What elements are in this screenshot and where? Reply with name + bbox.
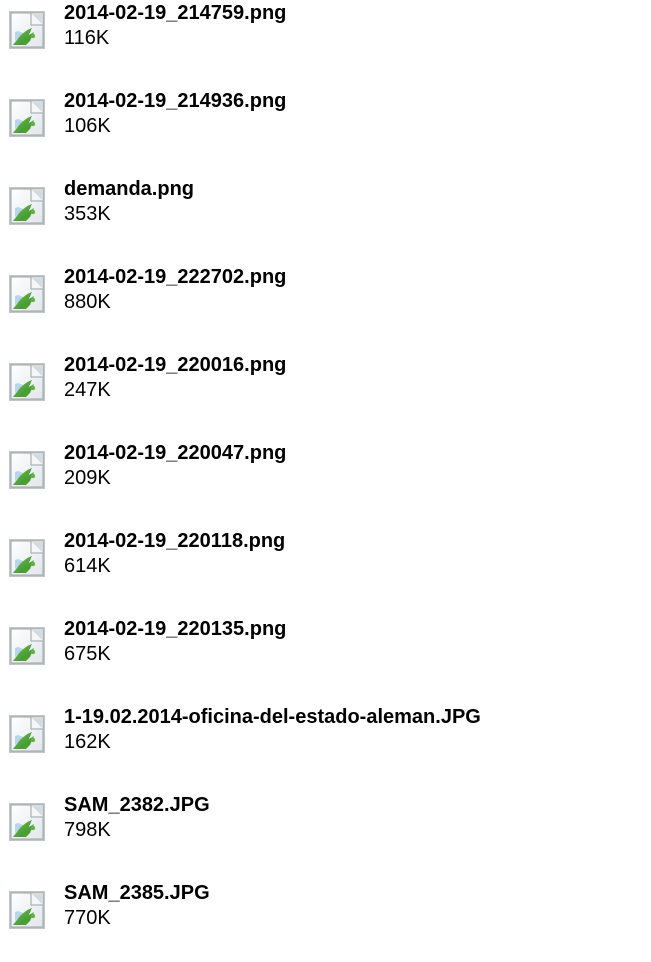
file-size: 209K [64,467,111,489]
file-name: 2014-02-19_214759.png [64,2,287,24]
list-item[interactable]: 2014-02-19_220016.png 247K [0,352,651,432]
file-name: SAM_2382.JPG [64,794,210,816]
list-item[interactable]: 2014-02-19_222702.png 880K [0,264,651,344]
list-item[interactable]: 2014-02-19_220118.png 614K [0,528,651,608]
file-name: SAM_2385.JPG [64,882,210,904]
list-item[interactable]: 2014-02-19_214759.png 116K [0,0,651,80]
file-size: 162K [64,731,111,753]
image-file-icon [8,626,46,666]
file-size: 614K [64,555,111,577]
list-item[interactable]: 1-19.02.2014-oficina-del-estado-aleman.J… [0,704,651,784]
file-name: 2014-02-19_222702.png [64,266,287,288]
image-file-icon [8,186,46,226]
image-file-icon [8,450,46,490]
file-size: 353K [64,203,111,225]
image-file-icon [8,802,46,842]
list-item[interactable]: demanda.png 353K [0,176,651,256]
file-size: 675K [64,643,111,665]
file-name: 2014-02-19_220135.png [64,618,287,640]
file-size: 770K [64,907,111,929]
file-name: 2014-02-19_220118.png [64,530,286,552]
image-file-icon [8,10,46,50]
image-file-icon [8,362,46,402]
list-item[interactable]: 2014-02-19_214936.png 106K [0,88,651,168]
file-size: 798K [64,819,111,841]
image-file-icon [8,538,46,578]
file-size: 247K [64,379,111,401]
list-item[interactable]: SAM_2382.JPG 798K [0,792,651,872]
file-name: 1-19.02.2014-oficina-del-estado-aleman.J… [64,706,481,728]
image-file-icon [8,714,46,754]
file-name: demanda.png [64,178,195,200]
image-file-icon [8,274,46,314]
list-item[interactable]: 2014-02-19_220135.png 675K [0,616,651,696]
file-name: 2014-02-19_220016.png [64,354,287,376]
image-file-icon [8,98,46,138]
file-size: 880K [64,291,111,313]
image-file-icon [8,890,46,930]
file-name: 2014-02-19_220047.png [64,442,287,464]
file-size: 116K [64,27,110,49]
list-item[interactable]: SAM_2385.JPG 770K [0,880,651,960]
file-size: 106K [64,115,111,137]
list-item[interactable]: 2014-02-19_220047.png 209K [0,440,651,520]
file-name: 2014-02-19_214936.png [64,90,287,112]
